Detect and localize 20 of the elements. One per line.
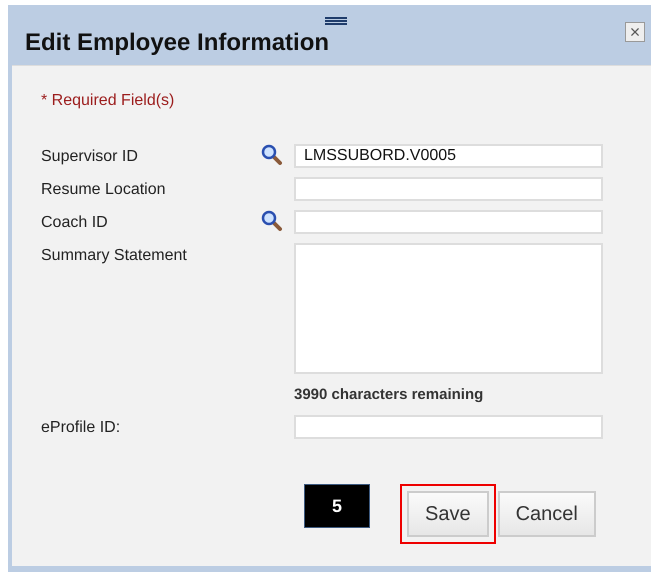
dialog-title: Edit Employee Information [25, 31, 330, 55]
required-note: * Required Field(s) [41, 91, 176, 111]
character-counter: 3990 characters remaining [294, 385, 484, 405]
field-label: Supervisor ID [41, 147, 139, 167]
drag-handle-icon[interactable] [325, 17, 347, 25]
close-button[interactable]: × [625, 22, 645, 42]
save-button[interactable]: Save [407, 490, 489, 536]
field-label: Resume Location [41, 180, 167, 200]
search-icon[interactable] [261, 144, 283, 166]
field-label: Coach ID [41, 213, 109, 233]
input-field[interactable] [294, 210, 603, 234]
step-marker: 5 [304, 484, 370, 528]
cancel-button[interactable]: Cancel [498, 490, 596, 536]
input-field[interactable]: LMSSUBORD.V0005 [294, 144, 603, 168]
input-field[interactable] [294, 414, 603, 438]
search-icon[interactable] [261, 210, 283, 232]
input-field[interactable] [294, 177, 603, 201]
field-label: Summary Statement [41, 246, 188, 266]
field-label: eProfile ID: [41, 418, 122, 438]
text-area[interactable] [294, 243, 603, 374]
